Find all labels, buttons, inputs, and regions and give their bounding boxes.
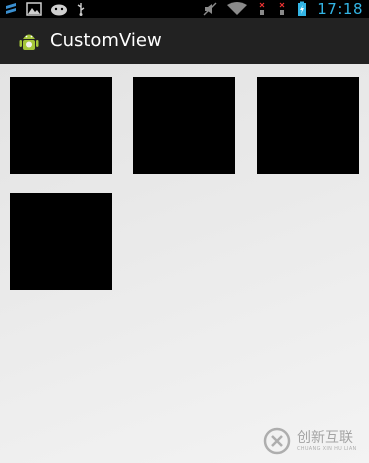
watermark: 创新互联 CHUANG XIN HU LIAN <box>263 423 365 459</box>
watermark-text: 创新互联 CHUANG XIN HU LIAN <box>297 430 357 453</box>
custom-view-tile-3[interactable] <box>257 77 359 174</box>
notification-icon <box>6 3 16 14</box>
custom-view-tile-1[interactable] <box>10 77 112 174</box>
custom-view-grid <box>0 64 369 463</box>
battery-charging-icon <box>298 1 307 16</box>
custom-view-tile-2[interactable] <box>133 77 235 174</box>
signal-no-sim-icon <box>279 2 285 15</box>
android-app-icon[interactable] <box>16 28 42 54</box>
status-right-icons: 17:18 <box>203 0 369 18</box>
app-title: CustomView <box>50 30 162 51</box>
status-bar: 17:18 <box>0 0 369 18</box>
image-icon <box>26 2 42 16</box>
status-left-icons <box>0 0 86 18</box>
custom-view-tile-4[interactable] <box>10 193 112 290</box>
mute-icon <box>203 2 217 16</box>
status-time: 17:18 <box>317 0 363 18</box>
usb-icon <box>77 3 85 16</box>
watermark-text-cn: 创新互联 <box>297 429 353 446</box>
action-bar: CustomView <box>0 18 369 64</box>
watermark-text-en: CHUANG XIN HU LIAN <box>297 445 357 452</box>
content-area: 创新互联 CHUANG XIN HU LIAN <box>0 64 369 463</box>
android-debug-icon <box>51 4 67 16</box>
watermark-logo-icon <box>263 427 291 455</box>
signal-no-sim-icon <box>259 2 265 15</box>
wifi-icon <box>227 2 248 15</box>
